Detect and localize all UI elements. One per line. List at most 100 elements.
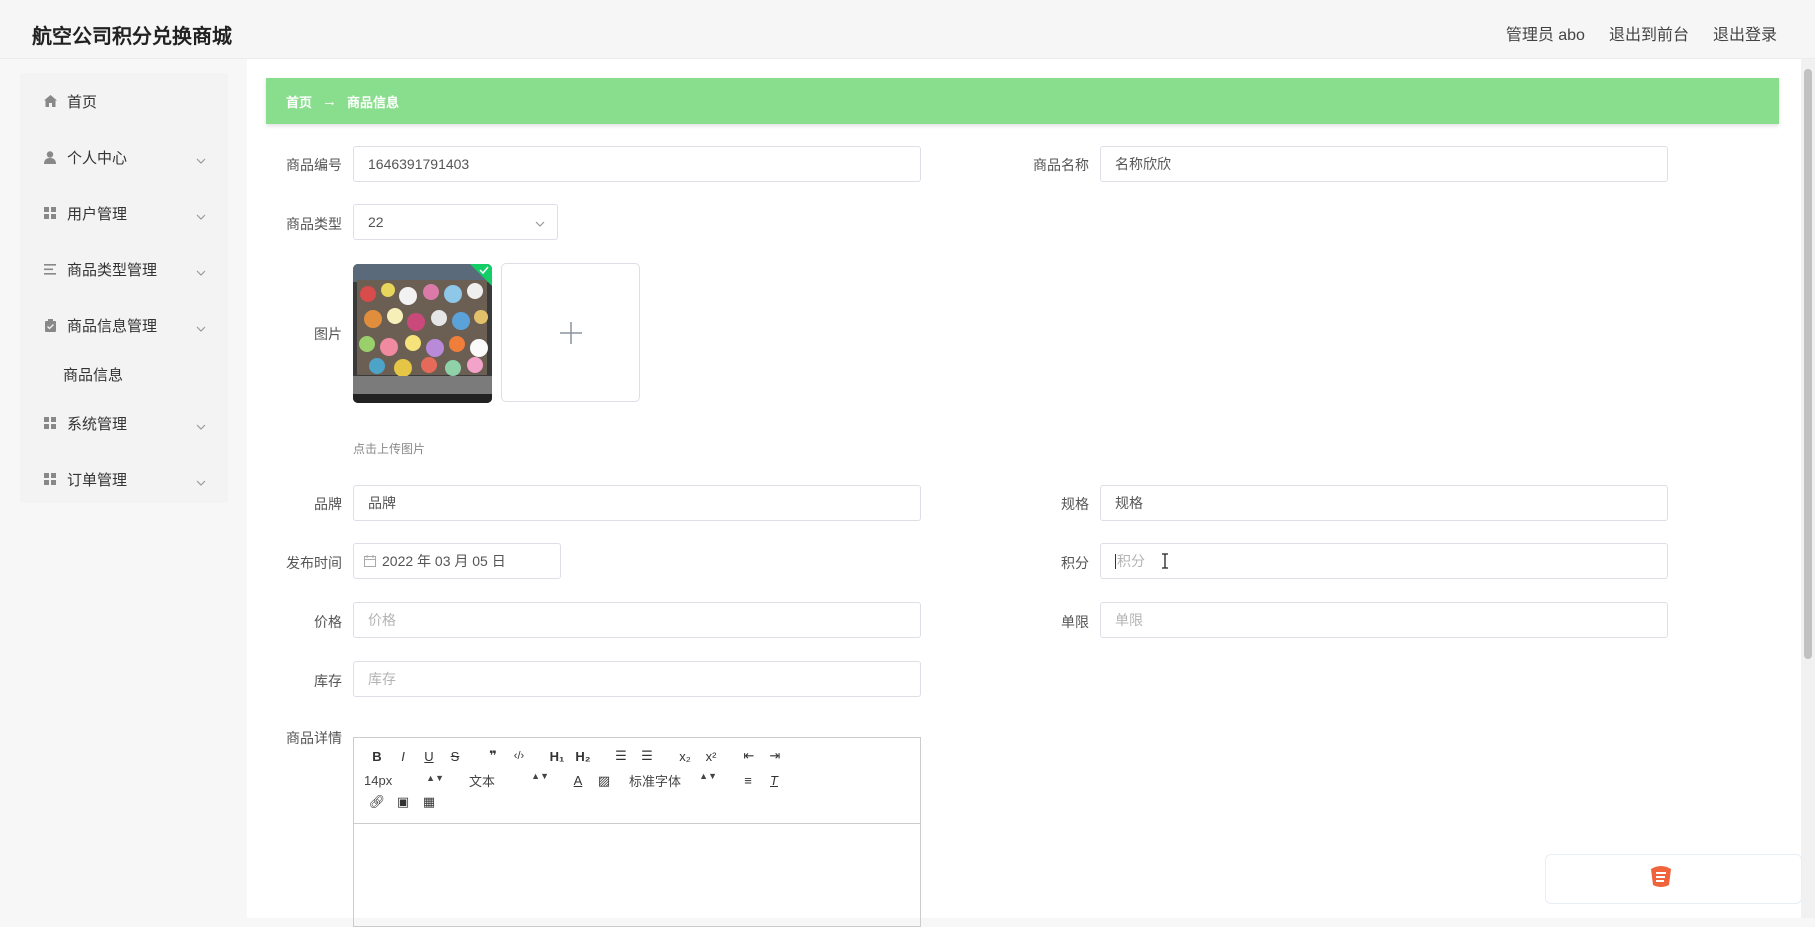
editor-content-area[interactable] [354, 824, 920, 924]
floating-tool-icon[interactable] [1646, 861, 1676, 896]
sidebar-item-product-info-management[interactable]: 商品信息管理 [20, 297, 228, 353]
upload-add-button[interactable] [501, 263, 640, 402]
sidebar-item-product-type-management[interactable]: 商品类型管理 [20, 241, 228, 297]
video-icon[interactable]: ▦ [416, 794, 442, 810]
product-type-select[interactable]: 22 [353, 204, 558, 240]
chevron-down-icon [535, 214, 545, 230]
chevron-down-icon [196, 151, 206, 168]
price-label: 价格 [314, 614, 342, 630]
font-size-select[interactable]: 14px ▲▼ [364, 773, 444, 788]
editor-toolbar: B I U S ❞ ‹/› H₁ H₂ ☰ ☰ x₂ x² ⇤ ⇥ 14px ▲… [354, 738, 920, 824]
font-family-select[interactable]: 标准字体 ▲▼ [629, 771, 717, 790]
logout-link[interactable]: 退出登录 [1713, 21, 1777, 45]
outdent-icon[interactable]: ⇤ [736, 748, 762, 764]
font-size-value: 14px [364, 773, 393, 788]
bullet-list-icon[interactable]: ☰ [634, 748, 660, 764]
upload-tip[interactable]: 点击上传图片 [353, 440, 425, 457]
product-name-label: 商品名称 [1033, 157, 1089, 173]
scrollbar-thumb[interactable] [1804, 69, 1812, 659]
image-icon[interactable]: ▣ [390, 794, 416, 810]
toolbar-row-3: 🔗︎ ▣ ▦ [364, 794, 442, 810]
points-input[interactable]: 积分 [1100, 543, 1668, 579]
admin-user-label[interactable]: 管理员 abo [1506, 21, 1585, 45]
background-color-icon[interactable]: ▨ [591, 773, 617, 789]
chevron-down-icon [196, 263, 206, 280]
breadcrumb-arrow: → [322, 92, 338, 110]
subscript-icon[interactable]: x₂ [672, 749, 698, 764]
breadcrumb: 首页 → 商品信息 [266, 78, 1779, 124]
sidebar-item-label: 首页 [67, 93, 98, 111]
brand-label: 品牌 [314, 496, 342, 512]
code-icon[interactable]: ‹/› [506, 750, 532, 762]
paragraph-value: 文本 [469, 774, 496, 789]
publish-time-picker[interactable]: 2022 年 03 月 05 日 [353, 543, 561, 579]
product-type-value: 22 [368, 214, 384, 230]
product-name-input[interactable]: 名称欣欣 [1100, 146, 1668, 182]
limit-input[interactable]: 单限 [1100, 602, 1668, 638]
user-icon [43, 150, 57, 164]
app-title: 航空公司积分兑换商城 [32, 26, 232, 48]
top-right-links: 管理员 abo 退出到前台 退出登录 [1506, 21, 1777, 45]
blockquote-icon[interactable]: ❞ [480, 748, 506, 764]
sidebar-item-user-management[interactable]: 用户管理 [20, 185, 228, 241]
select-arrows-icon: ▲▼ [426, 773, 444, 783]
spec-input[interactable]: 规格 [1100, 485, 1668, 521]
strikethrough-icon[interactable]: S [442, 749, 468, 764]
sidebar-item-label: 系统管理 [67, 415, 128, 433]
indent-icon[interactable]: ⇥ [762, 748, 788, 764]
font-color-icon[interactable]: A [565, 773, 591, 788]
sidebar-item-label: 商品类型管理 [67, 261, 158, 279]
chevron-down-icon [196, 319, 206, 336]
select-arrows-icon: ▲▼ [531, 771, 549, 781]
align-icon[interactable]: ≡ [735, 773, 761, 788]
chevron-down-icon [196, 417, 206, 434]
underline-icon[interactable]: U [416, 749, 442, 764]
grid-icon [43, 206, 57, 220]
breadcrumb-current: 商品信息 [347, 94, 400, 110]
stock-input[interactable]: 库存 [353, 661, 921, 697]
superscript-icon[interactable]: x² [698, 749, 724, 764]
publish-time-value: 2022 年 03 月 05 日 [382, 553, 506, 569]
italic-icon[interactable]: I [390, 749, 416, 764]
paragraph-select[interactable]: 文本 ▲▼ [469, 771, 549, 790]
plus-icon [559, 321, 582, 344]
sidebar-item-label: 商品信息管理 [67, 317, 158, 335]
sidebar-item-system-management[interactable]: 系统管理 [20, 395, 228, 451]
chevron-down-icon [196, 473, 206, 490]
publish-time-label: 发布时间 [286, 555, 342, 571]
toolbar-row-1: B I U S ❞ ‹/› H₁ H₂ ☰ ☰ x₂ x² ⇤ ⇥ [364, 748, 788, 764]
breadcrumb-home[interactable]: 首页 [286, 92, 312, 111]
points-label: 积分 [1061, 555, 1089, 571]
limit-label: 单限 [1061, 614, 1089, 630]
sidebar-item-personal-center[interactable]: 个人中心 [20, 129, 228, 185]
h2-icon[interactable]: H₂ [570, 749, 596, 764]
price-input[interactable]: 价格 [353, 602, 921, 638]
grid-icon [43, 472, 57, 486]
points-placeholder: 积分 [1117, 553, 1145, 569]
home-icon [43, 94, 57, 108]
detail-label: 商品详情 [286, 730, 342, 746]
sidebar-item-label: 订单管理 [67, 471, 128, 489]
sidebar-subitem-product-info[interactable]: 商品信息 [20, 353, 228, 395]
exit-to-front-link[interactable]: 退出到前台 [1609, 21, 1689, 45]
sidebar-item-order-management[interactable]: 订单管理 [20, 451, 228, 507]
product-no-input[interactable]: 1646391791403 [353, 146, 921, 182]
uploaded-image-thumbnail[interactable] [353, 264, 492, 403]
rich-text-editor: B I U S ❞ ‹/› H₁ H₂ ☰ ☰ x₂ x² ⇤ ⇥ 14px ▲… [353, 737, 921, 927]
calendar-icon [364, 555, 376, 567]
link-icon[interactable]: 🔗︎ [364, 794, 390, 810]
h1-icon[interactable]: H₁ [544, 749, 570, 764]
image-label: 图片 [314, 326, 342, 342]
bold-icon[interactable]: B [364, 749, 390, 764]
clear-format-icon[interactable]: T [761, 773, 787, 788]
toolbar-row-2: 14px ▲▼ 文本 ▲▼ A ▨ 标准字体 ▲▼ ≡ T [364, 771, 787, 790]
brand-input[interactable]: 品牌 [353, 485, 921, 521]
sidebar-item-label: 个人中心 [67, 149, 128, 167]
product-type-label: 商品类型 [286, 216, 342, 232]
sidebar-item-label: 用户管理 [67, 205, 128, 223]
spec-label: 规格 [1061, 496, 1089, 512]
font-family-value: 标准字体 [629, 774, 682, 789]
sidebar-item-home[interactable]: 首页 [20, 73, 228, 129]
ordered-list-icon[interactable]: ☰ [608, 748, 634, 764]
page-scrollbar[interactable] [1801, 59, 1815, 918]
